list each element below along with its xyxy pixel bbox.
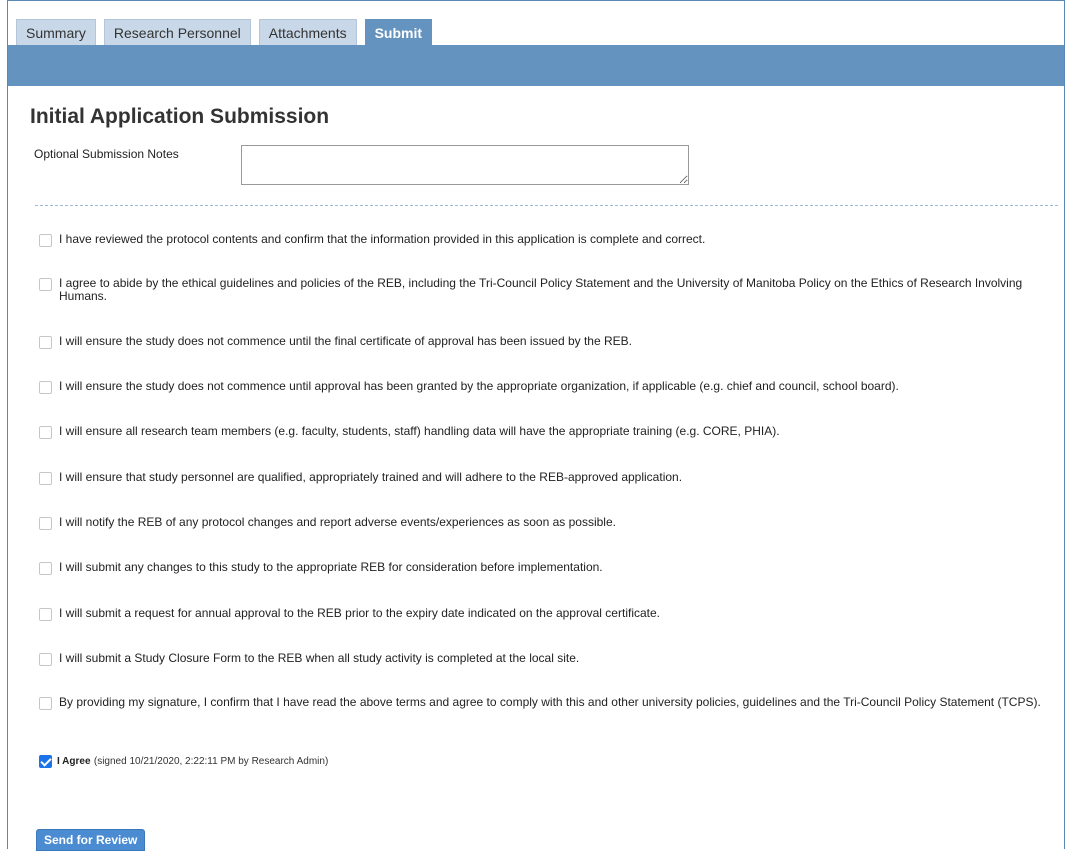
tab-submit[interactable]: Submit	[364, 19, 433, 45]
statement-row-notify-changes: I will notify the REB of any protocol ch…	[39, 516, 1044, 530]
statement-text: I will submit any changes to this study …	[59, 560, 603, 574]
tab-attachments[interactable]: Attachments	[258, 19, 357, 45]
statement-text: I will ensure all research team members …	[59, 424, 780, 438]
tab-content-header-bar	[8, 45, 1064, 86]
statement-checkbox[interactable]	[39, 472, 52, 485]
statement-text: I will ensure the study does not commenc…	[59, 334, 632, 348]
statement-text: I will notify the REB of any protocol ch…	[59, 515, 616, 529]
statement-row-closure-form: I will submit a Study Closure Form to th…	[39, 652, 1044, 666]
statement-row-signature: By providing my signature, I confirm tha…	[39, 696, 1044, 710]
statement-checkbox[interactable]	[39, 278, 52, 291]
statement-text: I will ensure that study personnel are q…	[59, 470, 683, 484]
statement-row-organization-approval: I will ensure the study does not commenc…	[39, 380, 1044, 394]
send-for-review-button[interactable]: Send for Review	[36, 829, 146, 851]
statement-text: I will submit a Study Closure Form to th…	[59, 651, 580, 665]
statement-checkbox[interactable]	[39, 234, 52, 247]
statement-row-final-certificate: I will ensure the study does not commenc…	[39, 335, 1044, 349]
tab-summary[interactable]: Summary	[16, 19, 96, 45]
agree-text: I Agree (signed 10/21/2020, 2:22:11 PM b…	[57, 754, 328, 768]
statement-row-ethical-guidelines: I agree to abide by the ethical guidelin…	[39, 277, 1044, 303]
agree-label: I Agree	[57, 756, 91, 767]
tab-bar: Summary Research Personnel Attachments S…	[16, 19, 433, 45]
statement-text: I will ensure the study does not commenc…	[59, 379, 899, 393]
statement-text: I will submit a request for annual appro…	[59, 606, 660, 620]
statement-row-training: I will ensure all research team members …	[39, 425, 1044, 439]
statement-row-qualified-personnel: I will ensure that study personnel are q…	[39, 471, 1044, 485]
statement-row-reviewed: I have reviewed the protocol contents an…	[39, 233, 1044, 247]
application-frame: Summary Research Personnel Attachments S…	[7, 0, 1065, 851]
section-divider	[35, 205, 1058, 206]
statement-checkbox[interactable]	[39, 697, 52, 710]
signature-note: (signed 10/21/2020, 2:22:11 PM by Resear…	[93, 756, 329, 767]
page-title: Initial Application Submission	[30, 105, 330, 128]
statement-checkbox[interactable]	[39, 608, 52, 621]
agree-row: I Agree (signed 10/21/2020, 2:22:11 PM b…	[39, 754, 1044, 768]
statement-checkbox[interactable]	[39, 426, 52, 439]
submission-notes-input[interactable]	[241, 145, 689, 185]
statement-checkbox[interactable]	[39, 562, 52, 575]
statement-text: I have reviewed the protocol contents an…	[59, 232, 706, 246]
statement-checkbox[interactable]	[39, 517, 52, 530]
statement-row-annual-approval: I will submit a request for annual appro…	[39, 607, 1044, 621]
statement-text: I agree to abide by the ethical guidelin…	[59, 276, 1023, 303]
agree-checkbox[interactable]	[39, 755, 52, 768]
statement-checkbox[interactable]	[39, 653, 52, 666]
statement-checkbox[interactable]	[39, 336, 52, 349]
tab-research-personnel[interactable]: Research Personnel	[103, 19, 251, 45]
statement-checkbox[interactable]	[39, 381, 52, 394]
statement-text: By providing my signature, I confirm tha…	[59, 695, 1041, 709]
submission-notes-label: Optional Submission Notes	[34, 147, 179, 161]
statement-row-submit-changes: I will submit any changes to this study …	[39, 561, 1044, 575]
